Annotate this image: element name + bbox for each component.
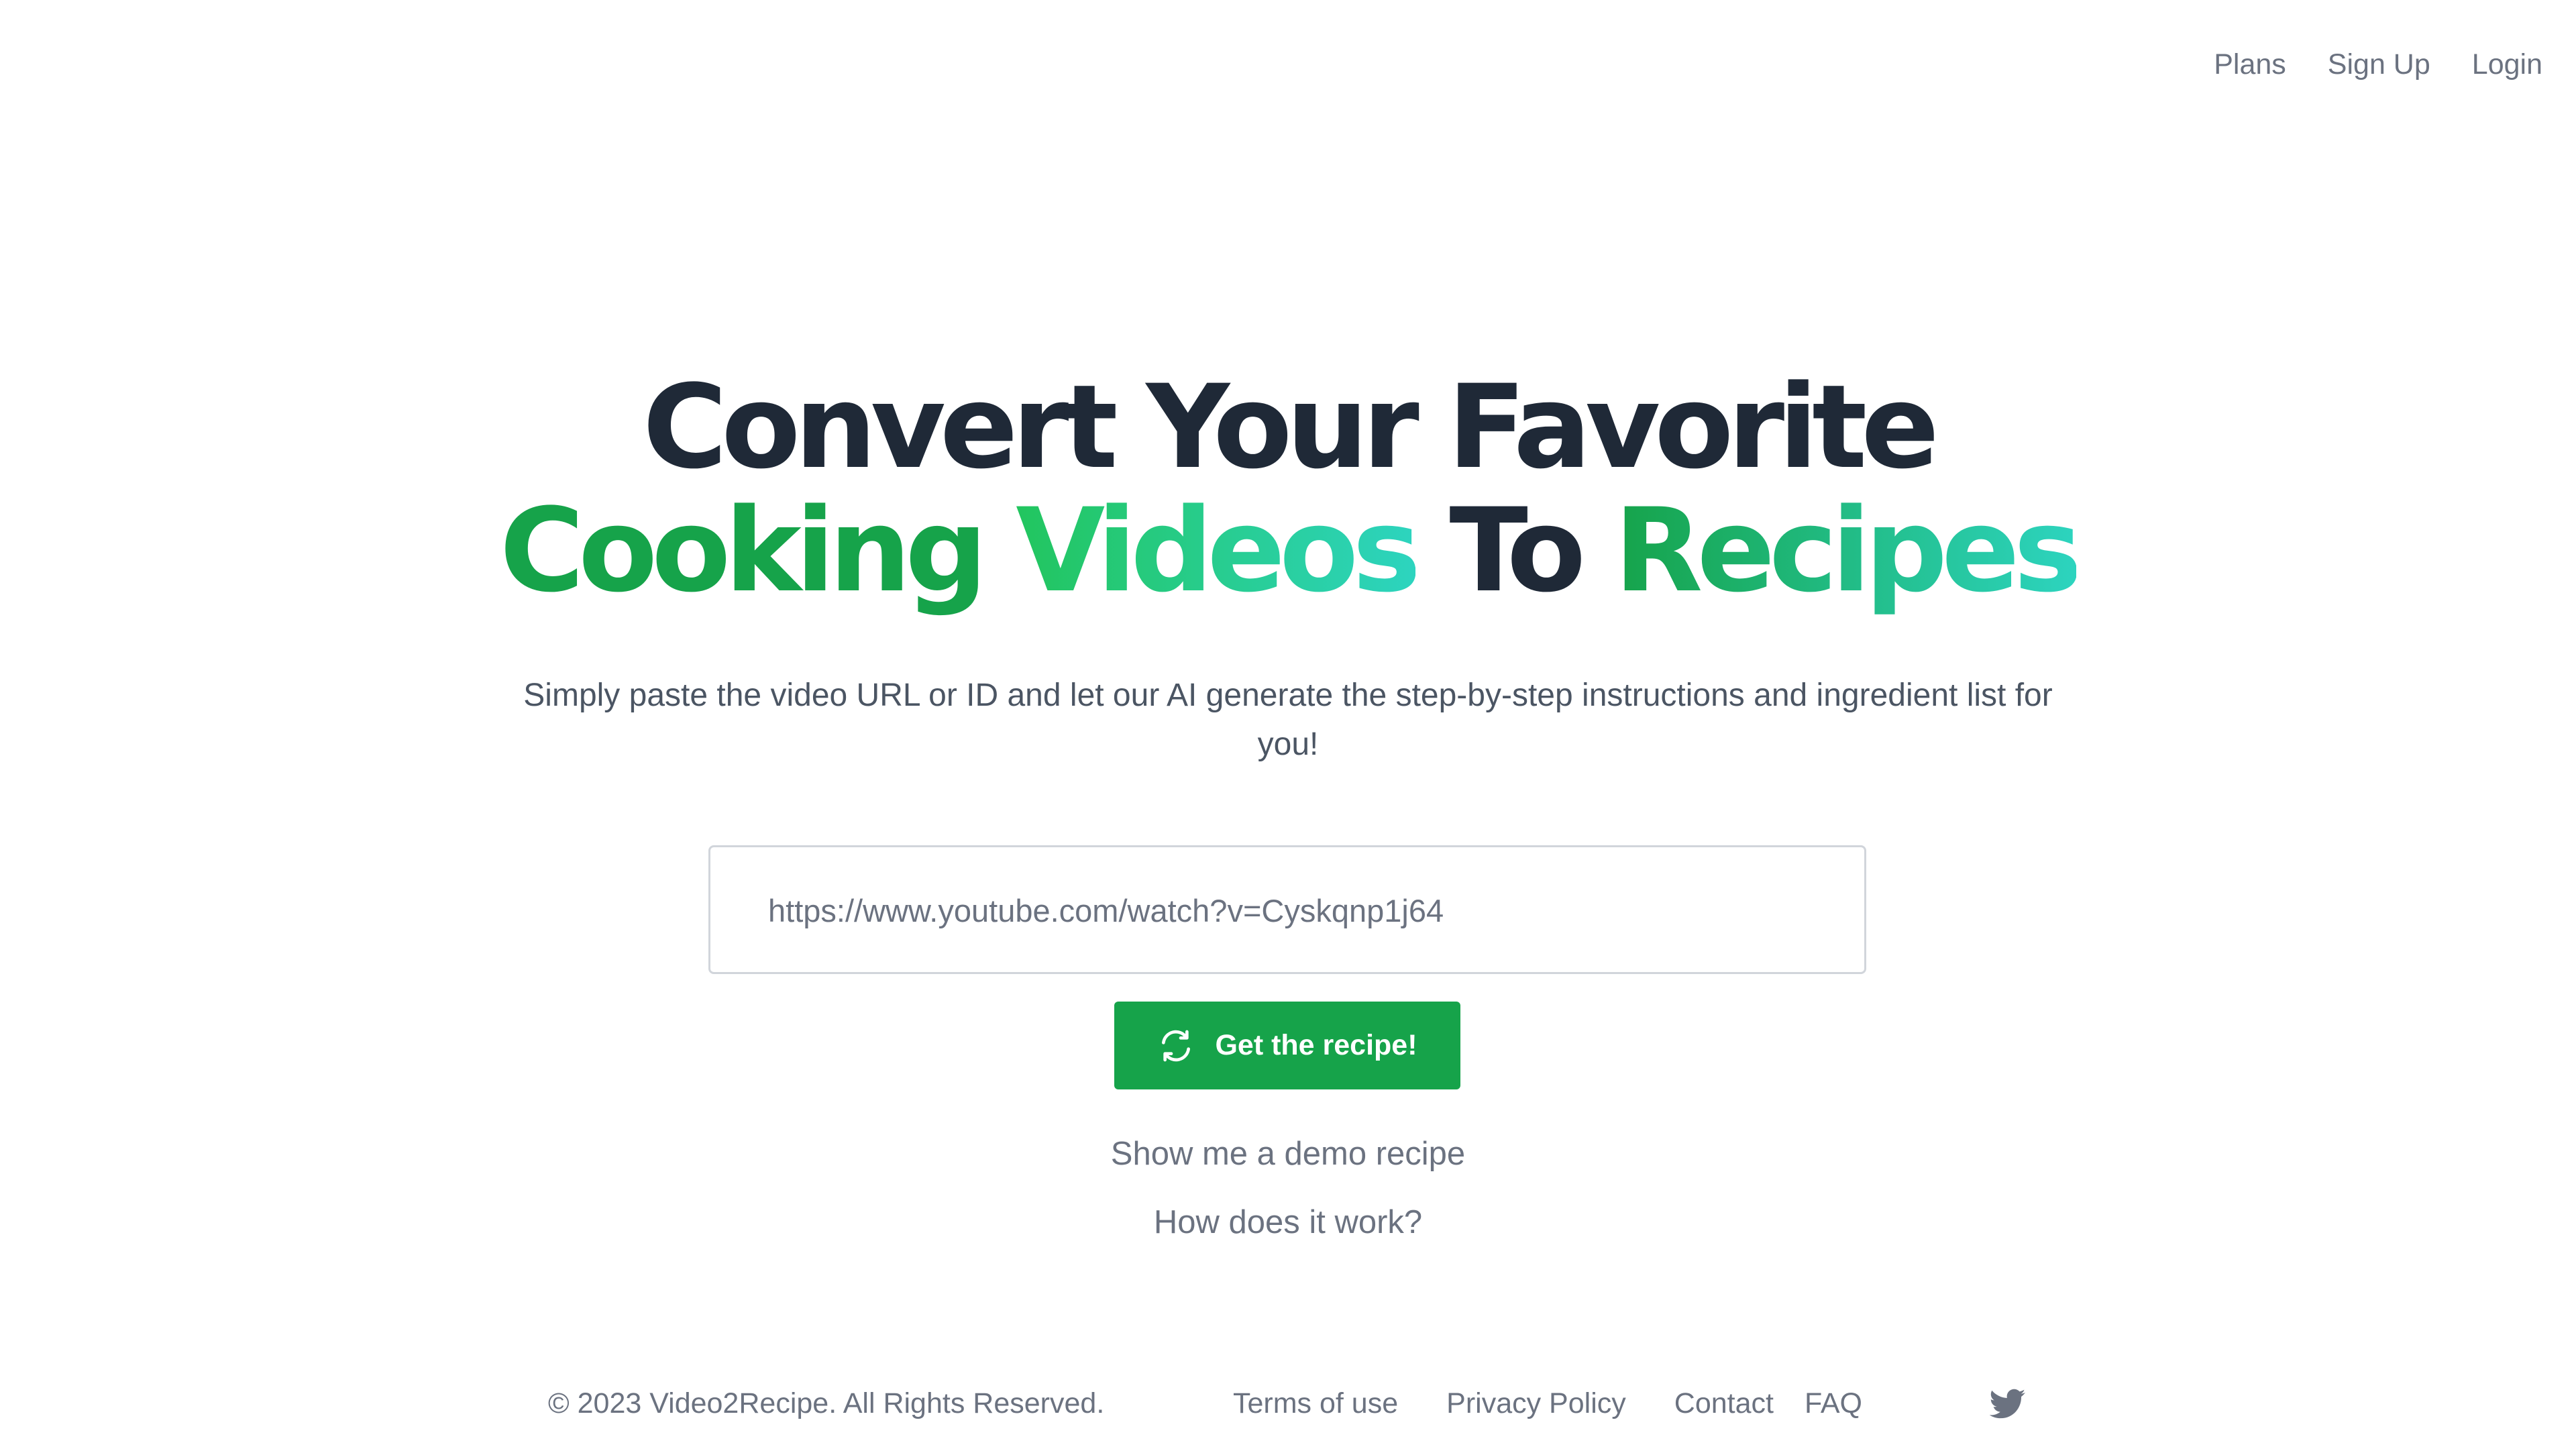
nav-signup-link[interactable]: Sign Up [2328, 48, 2430, 81]
faq-link[interactable]: FAQ [1805, 1387, 1862, 1420]
nav-login-link[interactable]: Login [2472, 48, 2542, 81]
top-navigation: Plans Sign Up Login [2214, 48, 2542, 81]
hero-word-to: To [1449, 483, 1586, 618]
footer: © 2023 Video2Recipe. All Rights Reserved… [0, 1387, 2576, 1428]
hero-word-videos: Videos [1016, 483, 1421, 618]
page: Plans Sign Up Login Convert Your Favorit… [0, 0, 2576, 1449]
footer-links: Terms of use Privacy Policy Contact FAQ [1233, 1387, 1862, 1420]
demo-recipe-link[interactable]: Show me a demo recipe [0, 1135, 2576, 1173]
privacy-link[interactable]: Privacy Policy [1446, 1387, 1626, 1420]
hero-word-recipes: Recipes [1614, 483, 2082, 618]
hero-word-cooking: Cooking [499, 483, 987, 618]
get-recipe-button[interactable]: Get the recipe! [1114, 1002, 1460, 1089]
contact-link[interactable]: Contact [1674, 1387, 1774, 1420]
nav-plans-link[interactable]: Plans [2214, 48, 2286, 81]
get-recipe-label: Get the recipe! [1215, 1029, 1417, 1061]
how-it-works-link[interactable]: How does it work? [0, 1203, 2576, 1241]
hero-title-line-1: Convert Your Favorite [642, 360, 1939, 494]
url-input-box [708, 845, 1866, 974]
refresh-icon [1162, 1030, 1191, 1061]
terms-link[interactable]: Terms of use [1233, 1387, 1398, 1420]
hero-subtitle: Simply paste the video URL or ID and let… [523, 678, 2053, 762]
twitter-icon[interactable] [1990, 1389, 2026, 1419]
video-url-input[interactable] [767, 847, 1816, 973]
copyright-text: © 2023 Video2Recipe. All Rights Reserved… [548, 1387, 1105, 1419]
hero-title-line-2: Cooking Videos To Recipes [0, 489, 2576, 612]
hero-title: Convert Your Favorite Cooking Videos To … [0, 366, 2576, 612]
